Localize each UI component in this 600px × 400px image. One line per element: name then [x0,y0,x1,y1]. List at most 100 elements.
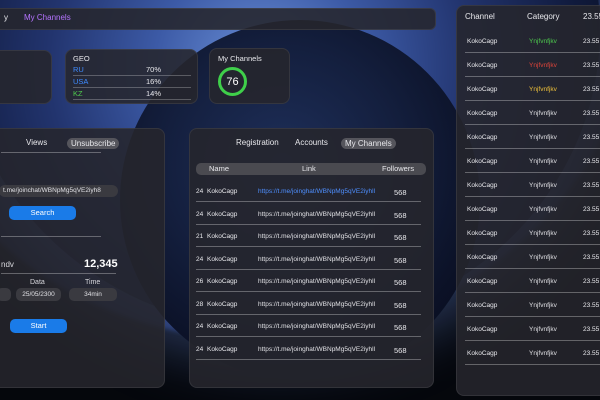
row-index: 24 [196,255,204,263]
list-item[interactable]: KokoCagp Ynjfvnfjkv 23.55 [465,326,600,341]
list-item[interactable]: KokoCagp Ynjfvnfjkv 23.55 [465,110,600,125]
channel-name: KokoCagp [467,326,498,333]
tab-my-channels[interactable]: My Channels [341,138,396,149]
list-item[interactable]: KokoCagp Ynjfvnfjkv 23.55 [465,350,600,365]
table-row[interactable]: 24 KokoCagp https://t.me/joinghat/WBNpMg5q… [196,346,421,360]
column-header-time[interactable]: 23.55 [583,12,600,21]
column-header-followers[interactable]: Followers [382,164,414,173]
time-value: 23.55 [583,302,600,309]
list-item[interactable]: KokoCagp Ynjfvnfjkv 23.55 [465,86,600,101]
list-item[interactable]: KokoCagp Ynjfvnfjkv 23.55 [465,62,600,77]
list-item[interactable]: KokoCagp Ynjfvnfjkv 23.55 [465,278,600,293]
channels-table-panel: Registration Accounts My Channels Name L… [189,128,434,388]
row-divider [465,52,600,53]
date-chip[interactable]: 25/05/2300 [16,288,61,301]
row-divider [465,340,600,341]
row-divider [196,201,421,202]
tab-unsubscribe[interactable]: Unsubscribe [67,138,120,149]
column-header-link[interactable]: Link [302,164,316,173]
row-divider [196,313,421,315]
followers-count: 568 [394,278,407,287]
list-item[interactable]: KokoCagp Ynjfvnfjkv 23.55 [465,182,600,197]
channel-name: KokoCagp [207,278,238,285]
table-row[interactable]: 28 KokoCagp https://t.me/joinghat/WBNpMg5q… [196,301,421,315]
channel-link[interactable]: https://t.me/joinghat/WBNpMg5qVE2iyhll [258,346,375,353]
category-label: Ynjfvnfjkv [529,182,557,189]
geo-row: USA 16% [73,76,191,88]
divider [1,273,116,274]
channel-name: KokoCagp [467,350,498,357]
table-row[interactable]: 24 KokoCagp https://t.me/joinghat/WBNpMg5q… [196,323,421,337]
promo-form-panel: Views Unsubscribe t.me/joinchat/WBNpMg5q… [0,128,165,388]
channel-link[interactable]: https://t.me/joinghat/WBNpMg5qVE2iyhll [258,256,375,263]
name-field-fragment: ndv [1,260,14,269]
start-button[interactable]: Start [10,319,67,333]
channel-name: KokoCagp [207,210,238,218]
time-value: 23.55 [583,206,600,213]
channel-category-panel: Channel Category 23.55 KokoCagp Ynjfvnfjk… [456,5,600,396]
table-row[interactable]: 24 KokoCagp https://t.me/joinghat/WBNpMg5q… [196,255,421,270]
geo-percent: 14% [146,89,162,98]
column-header-name[interactable]: Name [209,164,229,173]
channel-name: KokoCagp [467,110,498,117]
channel-link[interactable]: https://t.me/joinghat/WBNpMg5qVE2iyhll [258,323,375,330]
table-row[interactable]: 26 KokoCagp https://t.me/joinghat/WBNpMg5q… [196,278,421,292]
row-index: 24 [196,323,204,330]
channel-link[interactable]: https://t.me/joinghat/WBNpMg5qVE2iyhll [258,211,375,218]
nav-item-my-channels[interactable]: My Channels [24,13,71,22]
list-item[interactable]: KokoCagp Ynjfvnfjkv 23.55 [465,158,600,173]
count-value: 12,345 [84,258,118,270]
channel-name: KokoCagp [207,188,238,195]
time-label: Time [85,279,101,286]
followers-count: 568 [394,233,407,242]
table-row[interactable]: 24 KokoCagp https://t.me/joinghat/WBNpMg5q… [196,188,421,202]
time-chip[interactable]: 34min [69,288,117,301]
list-item[interactable]: KokoCagp Ynjfvnfjkv 23.55 [465,302,600,317]
list-item[interactable]: KokoCagp Ynjfvnfjkv 23.55 [465,230,600,245]
option-chip[interactable] [0,288,11,301]
divider [1,236,101,237]
list-item[interactable]: KokoCagp Ynjfvnfjkv 23.55 [465,38,600,53]
list-item[interactable]: KokoCagp Ynjfvnfjkv 23.55 [465,134,600,149]
channel-link[interactable]: https://t.me/joinghat/WBNpMg5qVE2iyhll [258,233,375,240]
channel-name: KokoCagp [467,278,498,285]
nav-item-fragment[interactable]: y [4,13,8,22]
column-header-category[interactable]: Category [527,12,559,21]
time-value: 23.55 [583,278,600,285]
geo-row: RU 70% [73,64,191,76]
channel-link[interactable]: https://t.me/joinghat/WBNpMg5qVE2iyhll [258,278,375,285]
row-index: 26 [196,278,204,285]
followers-count: 568 [394,210,407,220]
data-label: Data [30,279,45,286]
time-value: 23.55 [583,110,600,117]
column-header-channel[interactable]: Channel [465,12,495,21]
row-divider [465,124,600,125]
channel-name: KokoCagp [207,233,238,240]
channel-name: KokoCagp [467,38,498,45]
category-label: Ynjfvnfjkv [529,134,557,141]
channel-link-input[interactable]: t.me/joinchat/WBNpMg5qVE2iyh8 [0,185,118,197]
channel-link[interactable]: https://t.me/joinghat/WBNpMg5qVE2iyhll [258,188,375,195]
channel-name: KokoCagp [467,158,498,165]
tab-registration[interactable]: Registration [236,138,279,147]
followers-count: 568 [394,255,407,265]
list-item[interactable]: KokoCagp Ynjfvnfjkv 23.55 [465,254,600,269]
list-item[interactable]: KokoCagp Ynjfvnfjkv 23.55 [465,206,600,221]
tab-views[interactable]: Views [26,138,47,147]
row-divider [465,220,600,221]
category-label: Ynjfvnfjkv [529,302,557,309]
table-row[interactable]: 21 KokoCagp https://t.me/joinghat/WBNpMg5q… [196,233,421,247]
geo-country: RU [73,65,84,74]
geo-percent: 70% [146,65,162,74]
category-label: Ynjfvnfjkv [529,86,557,93]
channel-name: KokoCagp [207,255,238,263]
row-divider [465,244,600,245]
search-button[interactable]: Search [9,206,76,220]
category-label: Ynjfvnfjkv [529,326,557,333]
tab-accounts[interactable]: Accounts [295,138,328,147]
channel-link[interactable]: https://t.me/joinghat/WBNpMg5qVE2iyhll [258,301,375,308]
row-divider [465,292,600,293]
table-row[interactable]: 24 KokoCagp https://t.me/joinghat/WBNpMg5q… [196,210,421,225]
category-label: Ynjfvnfjkv [529,254,557,261]
row-divider [465,196,600,197]
